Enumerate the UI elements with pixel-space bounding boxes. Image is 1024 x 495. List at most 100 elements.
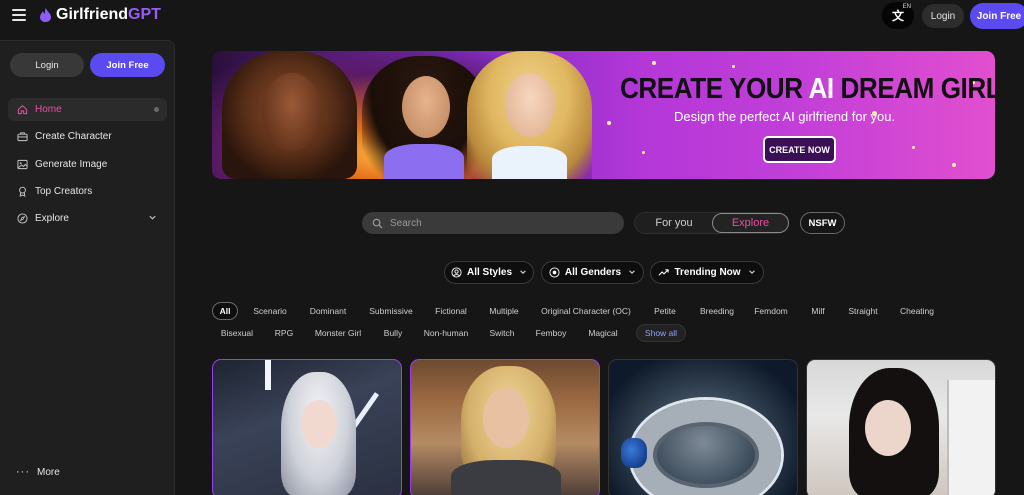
language-code: EN — [902, 4, 911, 10]
sort-label: Trending Now — [674, 267, 741, 278]
trending-up-icon — [658, 267, 670, 278]
trophy-icon — [16, 185, 28, 197]
tag-bully[interactable]: Bully — [379, 324, 407, 342]
styles-filter-dropdown[interactable]: All Styles — [444, 261, 534, 284]
briefcase-icon — [16, 131, 28, 143]
sidebar-item-create-character[interactable]: Create Character — [8, 125, 167, 148]
sidebar-item-label: Top Creators — [35, 185, 93, 197]
banner-portrait-3 — [467, 51, 592, 179]
sidebar-item-top-creators[interactable]: Top Creators — [8, 180, 167, 203]
sparkle — [732, 65, 735, 68]
card-image-detail — [621, 438, 647, 468]
language-button[interactable]: 文 EN — [882, 2, 914, 29]
tag-straight[interactable]: Straight — [843, 302, 883, 320]
tag-submissive[interactable]: Submissive — [364, 302, 418, 320]
login-button[interactable]: Login — [922, 4, 964, 28]
tag-scenario[interactable]: Scenario — [248, 302, 292, 320]
chevron-down-icon[interactable] — [148, 213, 157, 224]
banner-subtitle: Design the perfect AI girlfriend for you… — [674, 109, 896, 124]
tag-dominant[interactable]: Dominant — [304, 302, 352, 320]
tag-femdom[interactable]: Femdom — [751, 302, 791, 320]
nsfw-toggle[interactable]: NSFW — [800, 212, 845, 234]
tag-magical[interactable]: Magical — [584, 324, 622, 342]
home-icon — [16, 104, 28, 116]
user-circle-icon — [451, 267, 462, 278]
sidebar-item-label: Generate Image — [35, 158, 108, 170]
sidebar-item-home[interactable]: Home — [8, 98, 167, 121]
sidebar-more-label: More — [37, 466, 60, 478]
tag-rpg[interactable]: RPG — [272, 324, 296, 342]
card-image-detail — [947, 380, 995, 495]
active-indicator-dot — [154, 107, 159, 112]
tag-cheating[interactable]: Cheating — [896, 302, 938, 320]
show-all-tags-button[interactable]: Show all — [636, 324, 686, 342]
chevron-down-icon — [628, 268, 636, 278]
tag-fictional[interactable]: Fictional — [430, 302, 472, 320]
sort-dropdown[interactable]: Trending Now — [650, 261, 764, 284]
tag-switch[interactable]: Switch — [486, 324, 518, 342]
card-image-detail — [483, 388, 529, 448]
genders-filter-label: All Genders — [564, 267, 622, 278]
image-icon — [16, 158, 28, 170]
category-tags: All Scenario Dominant Submissive Fiction… — [212, 302, 992, 346]
hero-banner[interactable]: CREATE YOUR AI DREAM GIRL Design the per… — [212, 51, 995, 179]
tag-non-human[interactable]: Non-human — [421, 324, 471, 342]
chevron-down-icon — [519, 268, 527, 278]
gender-icon — [549, 267, 560, 278]
create-now-button[interactable]: CREATE NOW — [763, 136, 836, 163]
search-input[interactable] — [390, 217, 610, 229]
hamburger-menu-icon[interactable] — [12, 9, 26, 21]
join-free-button[interactable]: Join Free — [970, 3, 1024, 29]
tag-row: All Scenario Dominant Submissive Fiction… — [212, 302, 992, 322]
sparkle — [952, 163, 956, 167]
sidebar-item-label: Create Character — [35, 131, 112, 143]
search-icon — [372, 218, 383, 228]
sidebar-more-button[interactable]: ··· More — [16, 466, 60, 478]
character-card[interactable] — [806, 359, 996, 495]
card-image-detail — [631, 400, 781, 495]
sparkle — [607, 121, 611, 125]
sidebar: Login Join Free Home Create Character Ge… — [0, 40, 175, 495]
banner-portrait-1 — [222, 51, 357, 179]
tag-row: Bisexual RPG Monster Girl Bully Non-huma… — [212, 324, 992, 344]
sparkle — [652, 61, 656, 65]
logo[interactable]: GirlfriendGPT — [40, 6, 161, 24]
search-bar[interactable] — [362, 212, 624, 234]
card-image-detail — [265, 360, 271, 390]
card-image-detail — [865, 400, 911, 456]
character-card[interactable] — [212, 359, 402, 495]
card-image-detail — [451, 460, 561, 495]
tag-femboy[interactable]: Femboy — [533, 324, 569, 342]
character-card[interactable] — [608, 359, 798, 495]
tag-milf[interactable]: Milf — [806, 302, 830, 320]
sidebar-item-explore[interactable]: Explore — [8, 207, 167, 230]
flame-icon — [40, 8, 51, 22]
sidebar-item-label: Home — [35, 104, 62, 115]
logo-text: GirlfriendGPT — [56, 6, 161, 23]
sidebar-login-button[interactable]: Login — [10, 53, 84, 77]
tag-original-character[interactable]: Original Character (OC) — [537, 302, 635, 320]
card-image-detail — [351, 392, 380, 428]
tag-all[interactable]: All — [212, 302, 238, 320]
tag-petite[interactable]: Petite — [649, 302, 681, 320]
card-image-detail — [301, 400, 337, 448]
chevron-down-icon — [748, 268, 756, 278]
tag-bisexual[interactable]: Bisexual — [217, 324, 257, 342]
top-bar: GirlfriendGPT 文 EN Login Join Free — [0, 0, 1024, 33]
tag-monster-girl[interactable]: Monster Girl — [311, 324, 365, 342]
sparkle — [912, 146, 915, 149]
sidebar-item-generate-image[interactable]: Generate Image — [8, 153, 167, 176]
sidebar-join-free-button[interactable]: Join Free — [90, 53, 165, 77]
styles-filter-label: All Styles — [466, 267, 513, 278]
feed-toggle: For you Explore — [634, 212, 789, 234]
tag-multiple[interactable]: Multiple — [484, 302, 524, 320]
more-dots-icon: ··· — [16, 466, 30, 478]
tab-for-you[interactable]: For you — [635, 213, 713, 233]
genders-filter-dropdown[interactable]: All Genders — [541, 261, 644, 284]
sidebar-item-label: Explore — [35, 213, 69, 225]
compass-icon — [16, 213, 28, 225]
tab-explore[interactable]: Explore — [712, 213, 789, 233]
character-card[interactable] — [410, 359, 600, 495]
tag-breeding[interactable]: Breeding — [695, 302, 739, 320]
banner-title: CREATE YOUR AI DREAM GIRL — [620, 73, 995, 105]
